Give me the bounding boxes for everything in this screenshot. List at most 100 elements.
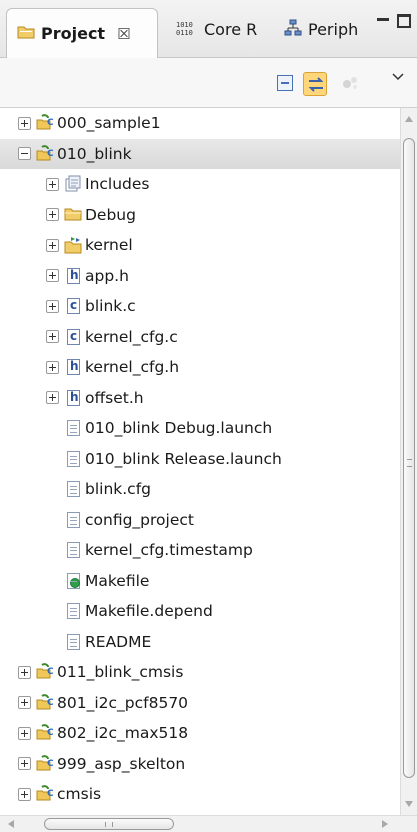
tree-item[interactable]: C 010_blink bbox=[0, 138, 400, 169]
linked-folder-icon bbox=[64, 236, 82, 254]
expand-plus-icon[interactable] bbox=[46, 208, 59, 221]
tree-item[interactable]: kernel bbox=[0, 230, 133, 260]
tree-item[interactable]: C 802_i2c_max518 bbox=[0, 718, 188, 748]
scroll-right-icon[interactable] bbox=[382, 820, 388, 828]
expand-plus-icon[interactable] bbox=[18, 726, 31, 740]
tree-item[interactable]: C 801_i2c_pcf8570 bbox=[0, 688, 188, 718]
svg-text:C: C bbox=[47, 118, 54, 128]
tree-item[interactable]: kernel_cfg.h bbox=[0, 352, 179, 382]
scroll-down-icon[interactable] bbox=[405, 801, 413, 807]
tree-item[interactable]: Ccmsis bbox=[0, 779, 101, 809]
tree-item-label: blink.c bbox=[85, 297, 136, 315]
c-project-icon: C bbox=[36, 114, 54, 132]
header-file-icon bbox=[64, 358, 82, 376]
tree-item[interactable]: blink.cfg bbox=[0, 474, 151, 504]
tree-item-label: 802_i2c_max518 bbox=[57, 724, 189, 742]
includes-icon bbox=[64, 175, 82, 193]
window-controls bbox=[377, 14, 411, 30]
c-source-file-icon bbox=[64, 328, 82, 346]
expand-plus-icon[interactable] bbox=[18, 116, 31, 130]
tree-item-label: blink.cfg bbox=[85, 480, 151, 498]
svg-text:0110: 0110 bbox=[176, 29, 193, 36]
svg-text:C: C bbox=[47, 789, 54, 799]
c-source-file-icon bbox=[64, 297, 82, 315]
expand-plus-icon[interactable] bbox=[46, 238, 59, 252]
maximize-icon[interactable] bbox=[397, 14, 411, 28]
tree-item-label: kernel_cfg.c bbox=[85, 327, 178, 346]
tree-item-label: offset.h bbox=[85, 388, 144, 407]
tree-item[interactable]: Debug bbox=[0, 200, 136, 230]
expand-plus-icon[interactable] bbox=[46, 269, 59, 282]
tree-item-label: Includes bbox=[85, 175, 150, 193]
tree-item[interactable]: README bbox=[0, 627, 151, 657]
svg-text:1010: 1010 bbox=[176, 21, 193, 29]
folder-icon bbox=[17, 24, 35, 44]
tree-item[interactable]: app.h bbox=[0, 261, 129, 291]
file-icon bbox=[64, 450, 82, 468]
tree-item[interactable]: offset.h bbox=[0, 383, 144, 413]
expand-plus-icon[interactable] bbox=[18, 757, 31, 770]
tab-peripherals[interactable]: Periph bbox=[274, 8, 362, 51]
tree-item-label: Makefile.depend bbox=[85, 602, 213, 620]
tab-close-icon[interactable]: ☒ bbox=[117, 25, 130, 43]
file-icon bbox=[64, 602, 82, 620]
tree-item[interactable]: C 999_asp_skelton bbox=[0, 749, 185, 779]
vertical-scroll-thumb[interactable] bbox=[403, 138, 415, 778]
tree-item[interactable]: kernel_cfg.timestamp bbox=[0, 535, 253, 565]
tree-item[interactable]: C 011_blink_cmsis bbox=[0, 657, 183, 687]
tree-item[interactable]: config_project bbox=[0, 505, 194, 535]
tree-item[interactable]: C 000_sample1 bbox=[0, 108, 161, 138]
scroll-up-icon[interactable] bbox=[405, 116, 413, 122]
tab-project-label: Project bbox=[41, 24, 106, 43]
file-icon bbox=[64, 633, 82, 651]
c-project-icon: C bbox=[36, 785, 54, 803]
tab-core-registers-label: Core R bbox=[204, 20, 258, 39]
tree-item[interactable]: Makefile bbox=[0, 566, 149, 596]
tree-item[interactable]: 010_blink Debug.launch bbox=[0, 413, 272, 443]
tree-item-label: cmsis bbox=[57, 785, 102, 803]
tree-item-label: Debug bbox=[85, 205, 136, 224]
tree-item-label: Makefile bbox=[85, 571, 150, 590]
svg-text:C: C bbox=[47, 759, 54, 769]
horizontal-scroll-thumb[interactable] bbox=[44, 818, 174, 830]
horizontal-scrollbar[interactable] bbox=[0, 815, 417, 832]
project-tree[interactable]: C 000_sample1 C 010_blink Includes Debug kerne… bbox=[0, 108, 400, 815]
svg-text:C: C bbox=[47, 728, 54, 738]
tree-item[interactable]: Makefile.depend bbox=[0, 596, 213, 626]
expand-plus-icon[interactable] bbox=[18, 665, 31, 679]
tab-project[interactable]: Project ☒ bbox=[6, 8, 158, 58]
collapse-minus-icon[interactable] bbox=[18, 147, 31, 160]
view-menu-chevron-icon[interactable] bbox=[391, 70, 405, 84]
tree-item[interactable]: blink.c bbox=[0, 291, 136, 321]
focus-icon[interactable] bbox=[340, 72, 364, 96]
expand-plus-icon[interactable] bbox=[46, 177, 59, 191]
expand-plus-icon[interactable] bbox=[46, 391, 59, 404]
link-with-editor-button[interactable] bbox=[303, 72, 327, 96]
folder-icon bbox=[64, 206, 82, 224]
scroll-left-icon[interactable] bbox=[8, 820, 14, 828]
peripheral-tree-icon bbox=[284, 19, 302, 41]
tree-item[interactable]: kernel_cfg.c bbox=[0, 322, 178, 352]
link-arrows-icon bbox=[308, 77, 324, 92]
minimize-icon[interactable] bbox=[377, 18, 389, 30]
tree-item-label: config_project bbox=[85, 510, 194, 529]
svg-text:C: C bbox=[47, 149, 54, 159]
tree-item-label: 010_blink Debug.launch bbox=[85, 419, 273, 437]
expand-plus-icon[interactable] bbox=[46, 299, 59, 313]
svg-text:C: C bbox=[47, 667, 54, 677]
svg-text:C: C bbox=[47, 698, 54, 708]
expand-plus-icon[interactable] bbox=[46, 360, 59, 374]
tree-item[interactable]: Includes bbox=[0, 169, 150, 199]
expand-plus-icon[interactable] bbox=[18, 696, 31, 709]
expand-plus-icon[interactable] bbox=[18, 787, 31, 801]
c-project-icon: C bbox=[36, 693, 54, 712]
tab-core-registers[interactable]: 1010 0110 Core R bbox=[166, 8, 270, 51]
file-icon bbox=[64, 419, 82, 437]
vertical-scrollbar[interactable] bbox=[400, 108, 417, 815]
file-icon bbox=[64, 511, 82, 529]
tree-item-label: README bbox=[85, 632, 152, 651]
tree-item-label: kernel_cfg.timestamp bbox=[85, 541, 253, 559]
collapse-all-button[interactable] bbox=[274, 72, 298, 96]
expand-plus-icon[interactable] bbox=[46, 330, 59, 343]
tree-item[interactable]: 010_blink Release.launch bbox=[0, 444, 282, 474]
